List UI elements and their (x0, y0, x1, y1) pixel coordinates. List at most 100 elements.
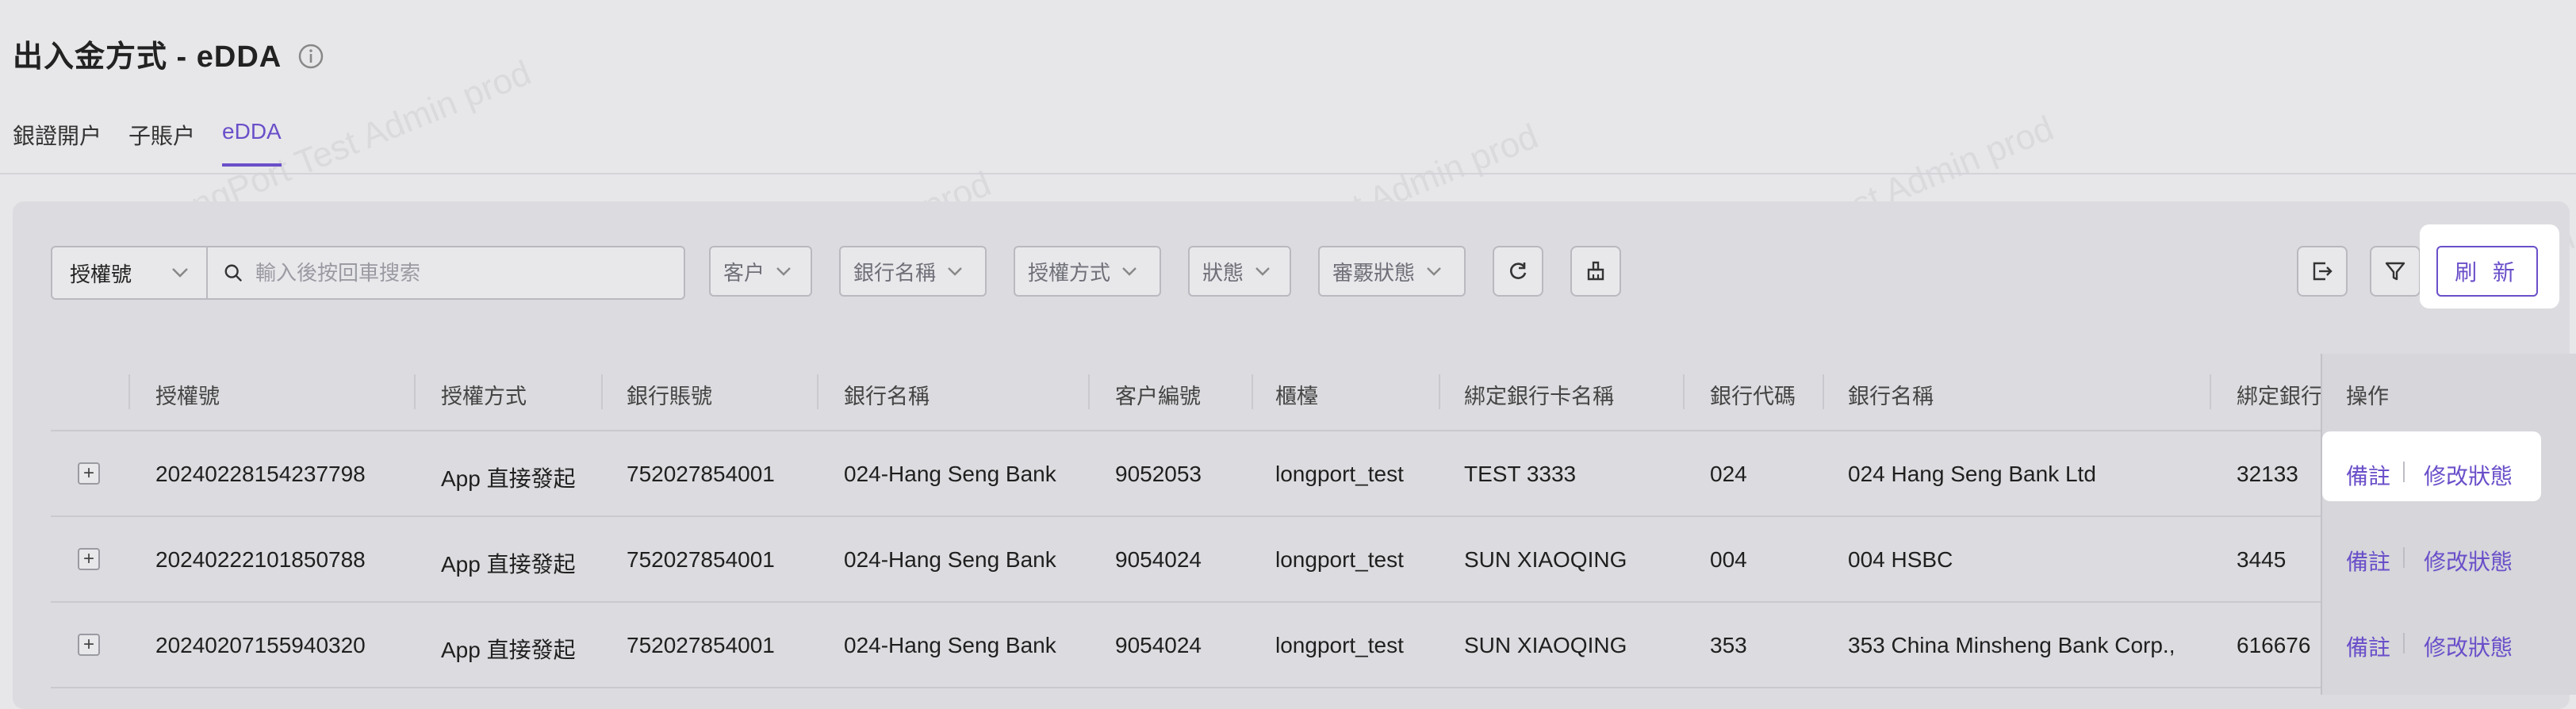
chevron-down-icon (1122, 267, 1137, 276)
cell-bank-full-name: 353 China Minsheng Bank Corp., (1848, 633, 2175, 657)
chevron-down-icon (1255, 267, 1270, 276)
cell-bound-bank: 32133 (2237, 462, 2298, 486)
filter-customer[interactable]: 客户 (709, 246, 812, 297)
cell-auth-number: 20240222101850788 (155, 547, 366, 572)
search-field (208, 247, 684, 298)
column-header: 銀行名稱 (844, 385, 930, 408)
column-header: 綁定銀行卡名稱 (1464, 385, 1614, 408)
column-divider (128, 374, 130, 409)
filter-status-label: 狀態 (1202, 260, 1244, 285)
column-header: 銀行名稱 (1848, 385, 1934, 408)
modify-status-link[interactable]: 修改狀態 (2424, 459, 2513, 491)
cell-counter: longport_test (1275, 633, 1404, 657)
column-divider (601, 374, 603, 409)
cell-card-name: SUN XIAOQING (1464, 633, 1627, 657)
refresh-icon (1510, 263, 1527, 279)
toolbar: 授權號 客户 銀行名稱 授權方式 狀態 審覈狀態 (51, 246, 2549, 300)
column-header: 銀行代碼 (1710, 385, 1796, 408)
chevron-down-icon (776, 267, 791, 276)
filter-review-status-label: 審覈狀態 (1332, 260, 1416, 285)
search-type-label: 授權號 (70, 262, 132, 286)
broom-icon (1587, 261, 1604, 281)
tab-edda[interactable]: eDDA (222, 119, 282, 167)
export-button[interactable] (2297, 246, 2348, 297)
column-divider (2210, 374, 2211, 409)
remark-link[interactable]: 備註 (2346, 545, 2390, 577)
column-header: 櫃檯 (1275, 385, 1318, 408)
cell-bank-account: 752027854001 (627, 547, 775, 572)
cell-bank-account: 752027854001 (627, 633, 775, 657)
cell-customer-id: 9054024 (1115, 633, 1202, 657)
expand-row-button[interactable]: + (78, 548, 100, 570)
table-row: + 20240207155940320 App 直接發起 75202785400… (51, 601, 2549, 688)
expand-row-button[interactable]: + (78, 634, 100, 656)
cell-bank-name: 024-Hang Seng Bank (844, 547, 1056, 572)
column-header: 綁定銀行 (2237, 385, 2322, 408)
table-row: + 20240222101850788 App 直接發起 75202785400… (51, 515, 2549, 603)
filter-button[interactable] (2370, 246, 2421, 297)
filter-review-status[interactable]: 審覈狀態 (1318, 246, 1466, 297)
search-type-select[interactable]: 授權號 (52, 247, 208, 298)
cell-auth-method: App 直接發起 (441, 552, 576, 577)
filter-status[interactable]: 狀態 (1188, 246, 1291, 297)
remark-link[interactable]: 備註 (2346, 459, 2390, 491)
action-divider (2403, 462, 2405, 482)
column-divider (1088, 374, 1090, 409)
column-divider (1252, 374, 1253, 409)
chevron-down-icon (172, 268, 188, 278)
clear-filter-button[interactable] (1570, 246, 1621, 297)
search-icon (224, 264, 243, 282)
cell-bank-full-name: 004 HSBC (1848, 547, 1953, 572)
cell-bank-account: 752027854001 (627, 462, 775, 486)
filter-bank-name-label: 銀行名稱 (853, 260, 937, 285)
cell-customer-id: 9054024 (1115, 547, 1202, 572)
search-input[interactable] (254, 259, 668, 286)
cell-card-name: TEST 3333 (1464, 462, 1577, 486)
cell-bank-name: 024-Hang Seng Bank (844, 633, 1056, 657)
remark-link[interactable]: 備註 (2346, 630, 2390, 662)
cell-bank-code: 024 (1710, 462, 1747, 486)
cell-bank-full-name: 024 Hang Seng Bank Ltd (1848, 462, 2096, 486)
cell-auth-number: 20240228154237798 (155, 462, 366, 486)
filter-auth-method[interactable]: 授權方式 (1014, 246, 1161, 297)
info-icon[interactable] (297, 43, 324, 70)
reset-button[interactable] (1493, 246, 1543, 297)
action-divider (2403, 547, 2405, 568)
column-divider (414, 374, 416, 409)
cell-counter: longport_test (1275, 462, 1404, 486)
page-title: 出入金方式 - eDDA (13, 40, 282, 74)
filter-bank-name[interactable]: 銀行名稱 (839, 246, 987, 297)
tab-sub-account[interactable]: 子賬户 (128, 119, 195, 167)
tabs-divider (0, 173, 2576, 174)
column-divider (1683, 374, 1685, 409)
filter-customer-label: 客户 (723, 260, 765, 285)
cell-auth-number: 20240207155940320 (155, 633, 366, 657)
column-header: 授權方式 (441, 385, 527, 408)
filter-icon (2385, 262, 2405, 281)
table-header: 授權號 授權方式 銀行賬號 銀行名稱 客户編號 櫃檯 綁定銀行卡名稱 銀行代碼 … (51, 354, 2549, 431)
chevron-down-icon (948, 267, 962, 276)
tab-bank-securities[interactable]: 銀證開户 (13, 119, 102, 167)
cell-bank-code: 353 (1710, 633, 1747, 657)
action-divider (2403, 633, 2405, 653)
tab-bar: 銀證開户 子賬户 eDDA (13, 119, 282, 167)
modify-status-link[interactable]: 修改狀態 (2424, 630, 2513, 662)
expand-row-button[interactable]: + (78, 462, 100, 485)
column-header-actions: 操作 (2346, 385, 2389, 408)
refresh-button[interactable]: 刷 新 (2436, 246, 2538, 297)
cell-bank-name: 024-Hang Seng Bank (844, 462, 1056, 486)
modify-status-link[interactable]: 修改狀態 (2424, 545, 2513, 577)
cell-bound-bank: 3445 (2237, 547, 2287, 572)
cell-bank-code: 004 (1710, 547, 1747, 572)
cell-bound-bank: 616676 (2237, 633, 2311, 657)
column-header: 授權號 (155, 385, 220, 408)
column-header: 銀行賬號 (627, 385, 712, 408)
cell-customer-id: 9052053 (1115, 462, 1202, 486)
cell-auth-method: App 直接發起 (441, 466, 576, 491)
chevron-down-icon (1427, 267, 1441, 276)
filter-auth-method-label: 授權方式 (1028, 260, 1111, 285)
cell-auth-method: App 直接發起 (441, 638, 576, 662)
column-divider (1823, 374, 1824, 409)
column-header: 客户編號 (1115, 385, 1201, 408)
page-header: 出入金方式 - eDDA (13, 32, 324, 75)
